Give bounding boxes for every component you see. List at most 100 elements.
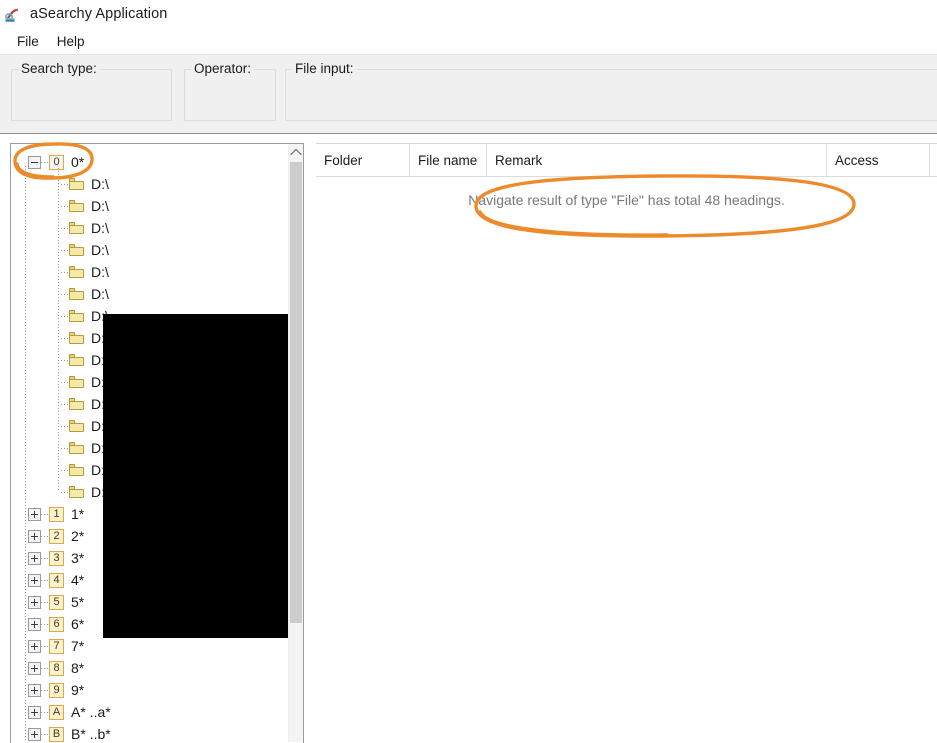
folder-icon [69, 376, 84, 388]
results-empty-message: Navigate result of type "File" has total… [468, 192, 785, 208]
tree-connector [41, 601, 49, 603]
tree-item[interactable]: 4 4* [11, 569, 84, 591]
tree-expand-icon[interactable] [28, 573, 41, 587]
column-folder[interactable]: Folder [316, 144, 410, 176]
application-window: aSearchy Application File Help Search ty… [0, 0, 937, 743]
tree-expand-icon[interactable] [28, 639, 41, 653]
operator-group: Operator: [184, 61, 276, 121]
tree-node-badge: 5 [49, 594, 64, 610]
tree-connector [61, 249, 69, 251]
file-input-label: File input: [292, 61, 357, 76]
tree-node-badge: 1 [49, 506, 64, 522]
tree-item-root[interactable]: 0 0* [11, 151, 84, 173]
results-list-view[interactable]: Folder File name Remark Access Navigate … [316, 143, 937, 743]
tree-expand-icon[interactable] [28, 661, 41, 675]
tree-node-badge: 9 [49, 682, 64, 698]
tree-item-label: D:\ [91, 220, 109, 236]
tree-expand-icon[interactable] [28, 529, 41, 543]
tree-vertical-scrollbar[interactable] [288, 144, 303, 742]
tree-expand-icon[interactable] [28, 727, 41, 741]
tree-item-label: 7* [71, 638, 85, 654]
tree-node-badge: 3 [49, 550, 64, 566]
tree-item[interactable]: 2 2* [11, 525, 84, 547]
tree-item-label: 5* [71, 594, 85, 610]
chevron-up-icon[interactable] [289, 144, 303, 161]
tree-connector [41, 535, 49, 537]
column-access[interactable]: Access [827, 144, 930, 176]
tree-item[interactable]: 3 3* [11, 547, 84, 569]
folder-icon [69, 266, 84, 278]
menu-file[interactable]: File [8, 32, 48, 51]
tree-expand-icon[interactable] [28, 683, 41, 697]
column-file-name[interactable]: File name [410, 144, 487, 176]
tree-connector [61, 205, 69, 207]
tree-item-label: D:\ [91, 286, 109, 302]
tree-connector [41, 513, 49, 515]
tree-connector [61, 183, 69, 185]
toolbar-strip: Search type: File Operator: = File input… [0, 54, 937, 169]
tree-item-label: 9* [71, 682, 85, 698]
tree-item[interactable]: 5 5* [11, 591, 84, 613]
tree-connector [41, 667, 49, 669]
tree-collapse-icon[interactable] [28, 155, 41, 169]
folder-icon [69, 310, 84, 322]
tree-connector [61, 469, 69, 471]
redacted-paths-overlay [103, 314, 293, 638]
tree-node-badge: 4 [49, 572, 64, 588]
tree-expand-icon[interactable] [28, 595, 41, 609]
folder-icon [69, 486, 84, 498]
tree-item-label: D:\ [91, 242, 109, 258]
folder-icon [69, 288, 84, 300]
tree-node-badge: B [49, 726, 64, 742]
tree-item-label: B* ..b* [71, 726, 111, 742]
file-input-group: File input: [285, 61, 937, 121]
tree-item[interactable]: 6 6* [11, 613, 84, 635]
tree-item-label: 3* [71, 550, 85, 566]
left-gutter [0, 143, 10, 743]
menu-bar: File Help [0, 28, 937, 54]
tree-node-badge: 8 [49, 660, 64, 676]
tree-connector [41, 557, 49, 559]
tree-node-badge: 2 [49, 528, 64, 544]
folder-icon [69, 222, 84, 234]
tree-item[interactable]: 9 9* [11, 679, 84, 701]
tree-connector [61, 337, 69, 339]
operator-label: Operator: [191, 61, 255, 76]
results-header-row: Folder File name Remark Access [316, 144, 937, 177]
tree-item-label: 8* [71, 660, 85, 676]
tree-expand-icon[interactable] [28, 617, 41, 631]
tree-item[interactable]: 7 7* [11, 635, 84, 657]
window-title: aSearchy Application [30, 6, 168, 22]
folder-icon [69, 398, 84, 410]
tree-connector [61, 271, 69, 273]
search-type-group: Search type: [11, 61, 172, 121]
tree-item[interactable]: 8 8* [11, 657, 84, 679]
tree-item-label: 0* [71, 154, 85, 170]
tree-expand-icon[interactable] [28, 551, 41, 565]
tree-child-guide-line [58, 168, 59, 492]
tree-connector [61, 381, 69, 383]
tree-item-label: D:\ [91, 176, 109, 192]
scrollbar-thumb[interactable] [290, 162, 302, 623]
tree-node-badge: 0 [49, 154, 64, 170]
tree-item-label: 1* [71, 506, 85, 522]
folder-tree-panel[interactable]: 0 0* D:\ D:\ D:\ D:\ D:\ D:\ D:\ D:\ D:\ D:\ D:\ D:\ D… [10, 143, 304, 743]
tree-expand-icon[interactable] [28, 705, 41, 719]
tree-item-label: A* ..a* [71, 704, 111, 720]
menu-help[interactable]: Help [48, 32, 94, 51]
tree-connector [41, 733, 49, 735]
tree-connector [41, 711, 49, 713]
tree-connector [61, 293, 69, 295]
tree-connector [61, 491, 69, 493]
tree-connector [61, 359, 69, 361]
tree-connector [41, 161, 49, 163]
tree-item-label: 4* [71, 572, 85, 588]
tree-connector [61, 425, 69, 427]
tree-connector [41, 623, 49, 625]
tree-expand-icon[interactable] [28, 507, 41, 521]
folder-icon [69, 464, 84, 476]
tree-connector [41, 579, 49, 581]
column-remark[interactable]: Remark [487, 144, 827, 176]
tree-item-label: 6* [71, 616, 85, 632]
tree-item[interactable]: 1 1* [11, 503, 84, 525]
